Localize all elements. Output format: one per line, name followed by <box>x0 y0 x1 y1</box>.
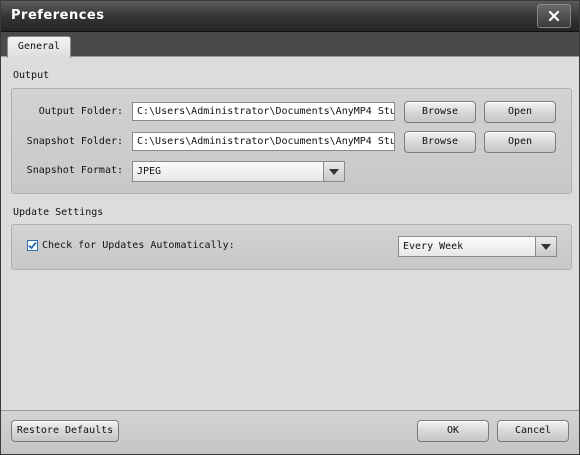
snapshot-folder-label: Snapshot Folder: <box>26 136 123 147</box>
dialog-footer: Restore Defaults OK Cancel <box>1 410 579 454</box>
close-icon <box>548 10 560 22</box>
snapshot-open-button[interactable]: Open <box>484 131 556 153</box>
tab-strip: General <box>1 32 579 58</box>
ok-button[interactable]: OK <box>417 420 489 442</box>
dropdown-arrow-icon[interactable] <box>323 162 344 181</box>
snapshot-folder-field[interactable]: C:\Users\Administrator\Documents\AnyMP4 … <box>132 132 395 151</box>
snapshot-browse-button[interactable]: Browse <box>404 131 476 153</box>
output-open-button[interactable]: Open <box>484 101 556 123</box>
output-browse-button[interactable]: Browse <box>404 101 476 123</box>
update-frequency-value: Every Week <box>403 241 464 252</box>
output-section-label: Output <box>13 70 50 81</box>
close-button[interactable] <box>537 4 571 28</box>
restore-defaults-button[interactable]: Restore Defaults <box>11 420 119 442</box>
title-bar[interactable]: Preferences <box>1 1 579 32</box>
snapshot-format-value: JPEG <box>137 166 162 177</box>
tab-general[interactable]: General <box>7 36 71 58</box>
snapshot-format-select[interactable]: JPEG <box>132 161 345 182</box>
dropdown-arrow-icon[interactable] <box>535 237 556 256</box>
auto-update-checkbox[interactable] <box>27 240 38 251</box>
preferences-dialog: Preferences General Output Output Folder… <box>0 0 580 455</box>
update-frequency-select[interactable]: Every Week <box>398 236 557 257</box>
cancel-button[interactable]: Cancel <box>497 420 569 442</box>
auto-update-label: Check for Updates Automatically: <box>42 240 235 251</box>
update-section-label: Update Settings <box>13 207 104 218</box>
window-title: Preferences <box>11 8 105 23</box>
output-panel: Output Folder: C:\Users\Administrator\Do… <box>11 88 572 194</box>
output-folder-label: Output Folder: <box>38 106 123 117</box>
checkmark-icon <box>28 241 37 250</box>
output-folder-field[interactable]: C:\Users\Administrator\Documents\AnyMP4 … <box>132 102 395 121</box>
snapshot-format-label: Snapshot Format: <box>26 165 123 176</box>
update-panel: Check for Updates Automatically: Every W… <box>11 224 572 270</box>
